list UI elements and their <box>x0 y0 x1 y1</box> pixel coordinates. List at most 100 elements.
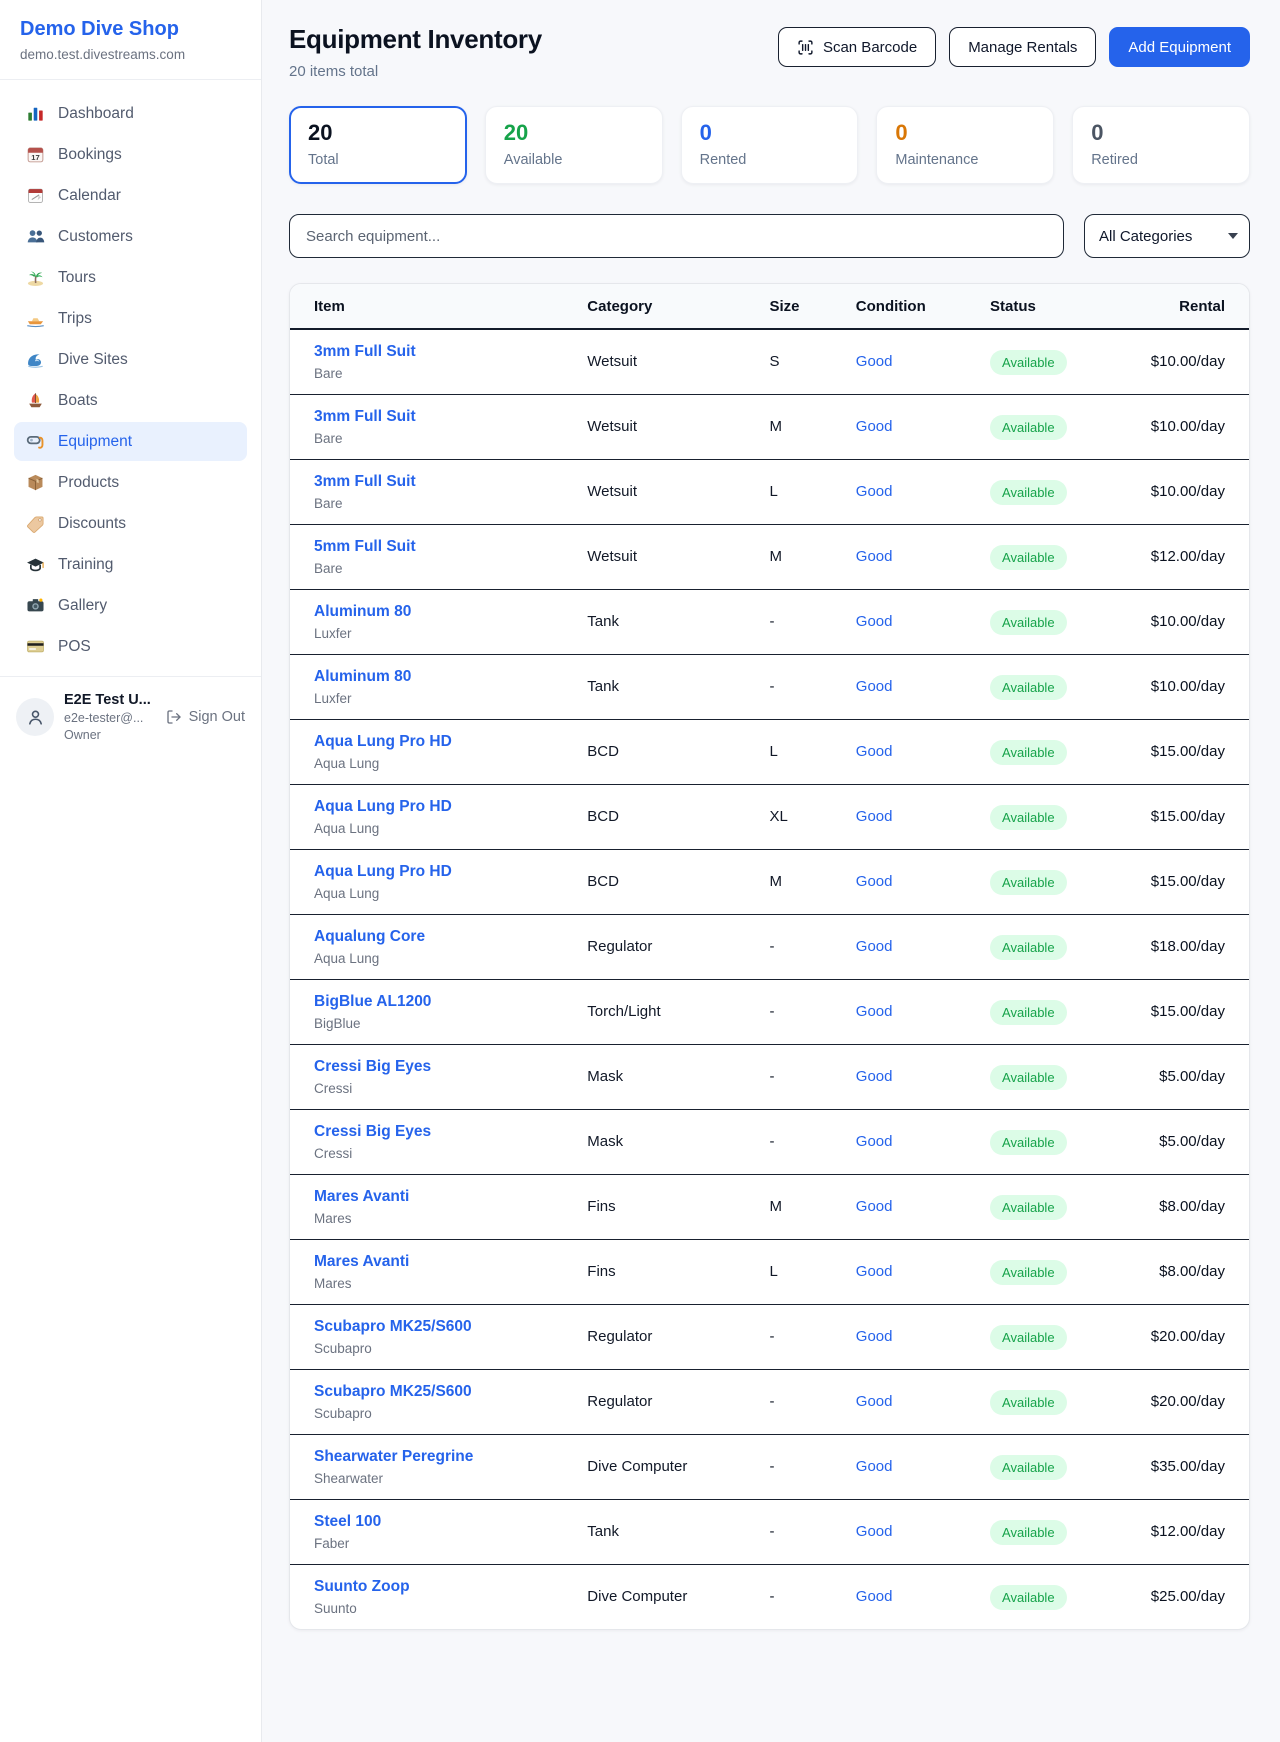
item-condition: Good <box>856 1393 893 1410</box>
table-row[interactable]: Aqua Lung Pro HDAqua LungBCDMGoodAvailab… <box>290 850 1249 915</box>
status-badge: Available <box>990 870 1067 895</box>
table-row[interactable]: Scubapro MK25/S600ScubaproRegulator-Good… <box>290 1305 1249 1370</box>
rental-price: $15.00/day <box>1151 808 1225 825</box>
sidebar-item-label: Equipment <box>58 433 132 451</box>
manage-rentals-button[interactable]: Manage Rentals <box>949 27 1096 67</box>
sidebar-item-discounts[interactable]: Discounts <box>14 504 247 543</box>
item-name-link[interactable]: Aluminum 80 <box>314 603 587 621</box>
item-name-link[interactable]: Mares Avanti <box>314 1253 587 1271</box>
stat-card-retired[interactable]: 0Retired <box>1072 106 1250 184</box>
item-name-link[interactable]: Scubapro MK25/S600 <box>314 1318 587 1336</box>
item-name-link[interactable]: Cressi Big Eyes <box>314 1058 587 1076</box>
table-row[interactable]: Mares AvantiMaresFinsLGoodAvailable$8.00… <box>290 1240 1249 1305</box>
app-window: Demo Dive Shop demo.test.divestreams.com… <box>0 0 1280 1742</box>
table-row[interactable]: 3mm Full SuitBareWetsuitMGoodAvailable$1… <box>290 395 1249 460</box>
item-name-link[interactable]: Cressi Big Eyes <box>314 1123 587 1141</box>
table-row[interactable]: Cressi Big EyesCressiMask-GoodAvailable$… <box>290 1110 1249 1175</box>
item-name-link[interactable]: Aluminum 80 <box>314 668 587 686</box>
table-row[interactable]: Cressi Big EyesCressiMask-GoodAvailable$… <box>290 1045 1249 1110</box>
stat-card-maintenance[interactable]: 0Maintenance <box>876 106 1054 184</box>
table-row[interactable]: Shearwater PeregrineShearwaterDive Compu… <box>290 1435 1249 1500</box>
item-name-link[interactable]: Aqualung Core <box>314 928 587 946</box>
item-name-link[interactable]: Steel 100 <box>314 1513 587 1531</box>
status-badge: Available <box>990 805 1067 830</box>
table-row[interactable]: 3mm Full SuitBareWetsuitLGoodAvailable$1… <box>290 460 1249 525</box>
item-size: - <box>769 613 774 630</box>
item-name-link[interactable]: 3mm Full Suit <box>314 473 587 491</box>
person-icon <box>25 707 46 728</box>
category-select[interactable]: All Categories <box>1084 214 1250 258</box>
item-name-link[interactable]: 5mm Full Suit <box>314 538 587 556</box>
stats-row: 20Total20Available0Rented0Maintenance0Re… <box>289 106 1250 184</box>
column-header-rental: Rental <box>1134 284 1249 329</box>
stat-value-available: 20 <box>504 120 644 146</box>
item-name-link[interactable]: BigBlue AL1200 <box>314 993 587 1011</box>
scan-barcode-label: Scan Barcode <box>823 39 917 56</box>
item-category: Tank <box>587 613 619 630</box>
item-brand: Bare <box>314 561 587 576</box>
table-row[interactable]: Aqualung CoreAqua LungRegulator-GoodAvai… <box>290 915 1249 980</box>
table-row[interactable]: 5mm Full SuitBareWetsuitMGoodAvailable$1… <box>290 525 1249 590</box>
table-row[interactable]: Steel 100FaberTank-GoodAvailable$12.00/d… <box>290 1500 1249 1565</box>
table-row[interactable]: Mares AvantiMaresFinsMGoodAvailable$8.00… <box>290 1175 1249 1240</box>
item-size: M <box>769 1198 782 1215</box>
sidebar-item-label: Customers <box>58 228 133 246</box>
item-brand: Aqua Lung <box>314 821 587 836</box>
table-row[interactable]: Scubapro MK25/S600ScubaproRegulator-Good… <box>290 1370 1249 1435</box>
item-category: Tank <box>587 1523 619 1540</box>
table-row[interactable]: Suunto ZoopSuuntoDive Computer-GoodAvail… <box>290 1565 1249 1630</box>
item-name-link[interactable]: Scubapro MK25/S600 <box>314 1383 587 1401</box>
item-size: - <box>769 1133 774 1150</box>
item-name-link[interactable]: Aqua Lung Pro HD <box>314 863 587 881</box>
sidebar-item-calendar[interactable]: Calendar <box>14 176 247 215</box>
scan-barcode-button[interactable]: Scan Barcode <box>778 27 936 67</box>
item-condition: Good <box>856 548 893 565</box>
item-name-link[interactable]: Mares Avanti <box>314 1188 587 1206</box>
table-row[interactable]: Aluminum 80LuxferTank-GoodAvailable$10.0… <box>290 655 1249 720</box>
equipment-icon <box>26 432 45 451</box>
pos-icon <box>26 637 45 656</box>
sidebar-item-customers[interactable]: Customers <box>14 217 247 256</box>
stat-card-available[interactable]: 20Available <box>485 106 663 184</box>
sidebar-item-dive-sites[interactable]: Dive Sites <box>14 340 247 379</box>
sidebar-item-tours[interactable]: Tours <box>14 258 247 297</box>
sidebar-item-label: Dashboard <box>58 105 134 123</box>
sidebar-item-equipment[interactable]: Equipment <box>14 422 247 461</box>
item-name-link[interactable]: 3mm Full Suit <box>314 408 587 426</box>
item-size: - <box>769 678 774 695</box>
item-condition: Good <box>856 1588 893 1605</box>
stat-value-maintenance: 0 <box>895 120 1035 146</box>
table-row[interactable]: Aqua Lung Pro HDAqua LungBCDLGoodAvailab… <box>290 720 1249 785</box>
sidebar-item-bookings[interactable]: 17Bookings <box>14 135 247 174</box>
stat-card-rented[interactable]: 0Rented <box>681 106 859 184</box>
user-info: E2E Test U... e2e-tester@... Owner <box>64 692 156 742</box>
sidebar-item-boats[interactable]: Boats <box>14 381 247 420</box>
sidebar-item-pos[interactable]: POS <box>14 627 247 666</box>
stat-card-total[interactable]: 20Total <box>289 106 467 184</box>
table-row[interactable]: 3mm Full SuitBareWetsuitSGoodAvailable$1… <box>290 329 1249 395</box>
sign-out-button[interactable]: Sign Out <box>166 709 245 725</box>
item-category: Wetsuit <box>587 353 637 370</box>
table-row[interactable]: Aqua Lung Pro HDAqua LungBCDXLGoodAvaila… <box>290 785 1249 850</box>
item-name-link[interactable]: Aqua Lung Pro HD <box>314 733 587 751</box>
item-condition: Good <box>856 483 893 500</box>
sidebar-item-training[interactable]: Training <box>14 545 247 584</box>
item-brand: Luxfer <box>314 691 587 706</box>
item-brand: Bare <box>314 431 587 446</box>
item-name-link[interactable]: Aqua Lung Pro HD <box>314 798 587 816</box>
add-equipment-button[interactable]: Add Equipment <box>1109 27 1250 67</box>
sidebar-item-trips[interactable]: Trips <box>14 299 247 338</box>
sidebar-item-gallery[interactable]: Gallery <box>14 586 247 625</box>
sidebar-item-products[interactable]: Products <box>14 463 247 502</box>
item-name-link[interactable]: 3mm Full Suit <box>314 343 587 361</box>
sidebar-item-dashboard[interactable]: Dashboard <box>14 94 247 133</box>
table-row[interactable]: Aluminum 80LuxferTank-GoodAvailable$10.0… <box>290 590 1249 655</box>
item-size: - <box>769 938 774 955</box>
search-input[interactable] <box>289 214 1064 258</box>
item-category: Regulator <box>587 938 652 955</box>
rental-price: $10.00/day <box>1151 353 1225 370</box>
item-name-link[interactable]: Shearwater Peregrine <box>314 1448 587 1466</box>
rental-price: $18.00/day <box>1151 938 1225 955</box>
table-row[interactable]: BigBlue AL1200BigBlueTorch/Light-GoodAva… <box>290 980 1249 1045</box>
item-name-link[interactable]: Suunto Zoop <box>314 1578 587 1596</box>
